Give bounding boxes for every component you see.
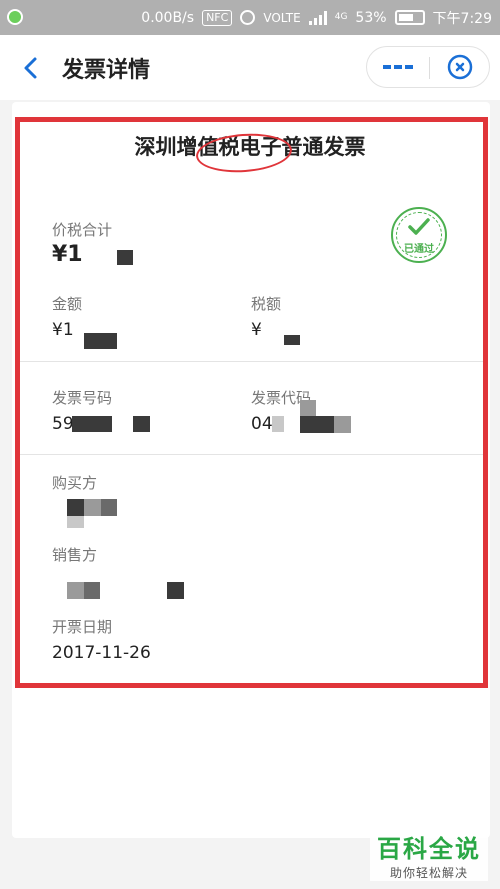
alarm-icon — [240, 10, 256, 25]
page-title: 发票详情 — [62, 58, 151, 83]
watermark-title: 百科全说 — [377, 835, 481, 863]
status-bar-right: 0.00B/s NFC VOLTE 4G 53% 下午7:29 — [141, 0, 492, 35]
app-header: 发票详情 — [0, 35, 500, 100]
close-circle-icon — [447, 54, 473, 80]
wechat-notification-icon — [7, 9, 23, 25]
watermark-subtitle: 助你轻松解决 — [389, 866, 468, 880]
network-speed: 0.00B/s — [141, 9, 195, 26]
highlight-frame — [15, 117, 488, 688]
back-button[interactable] — [16, 53, 46, 83]
status-bar: 0.00B/s NFC VOLTE 4G 53% 下午7:29 — [0, 0, 500, 35]
miniprogram-capsule — [366, 46, 490, 88]
signal-icon — [308, 10, 327, 25]
more-icon — [383, 65, 413, 69]
network-type: 4G — [334, 12, 348, 22]
volte-label: VOLTE — [263, 10, 301, 25]
nfc-icon: NFC — [202, 9, 233, 26]
clock: 下午7:29 — [432, 10, 492, 27]
battery-percent: 53% — [355, 9, 387, 26]
more-button[interactable] — [367, 47, 429, 87]
watermark-logo: 百科全说 助你轻松解决 — [370, 829, 488, 881]
battery-icon — [394, 10, 425, 25]
close-button[interactable] — [430, 47, 490, 87]
chevron-left-icon — [24, 57, 37, 79]
